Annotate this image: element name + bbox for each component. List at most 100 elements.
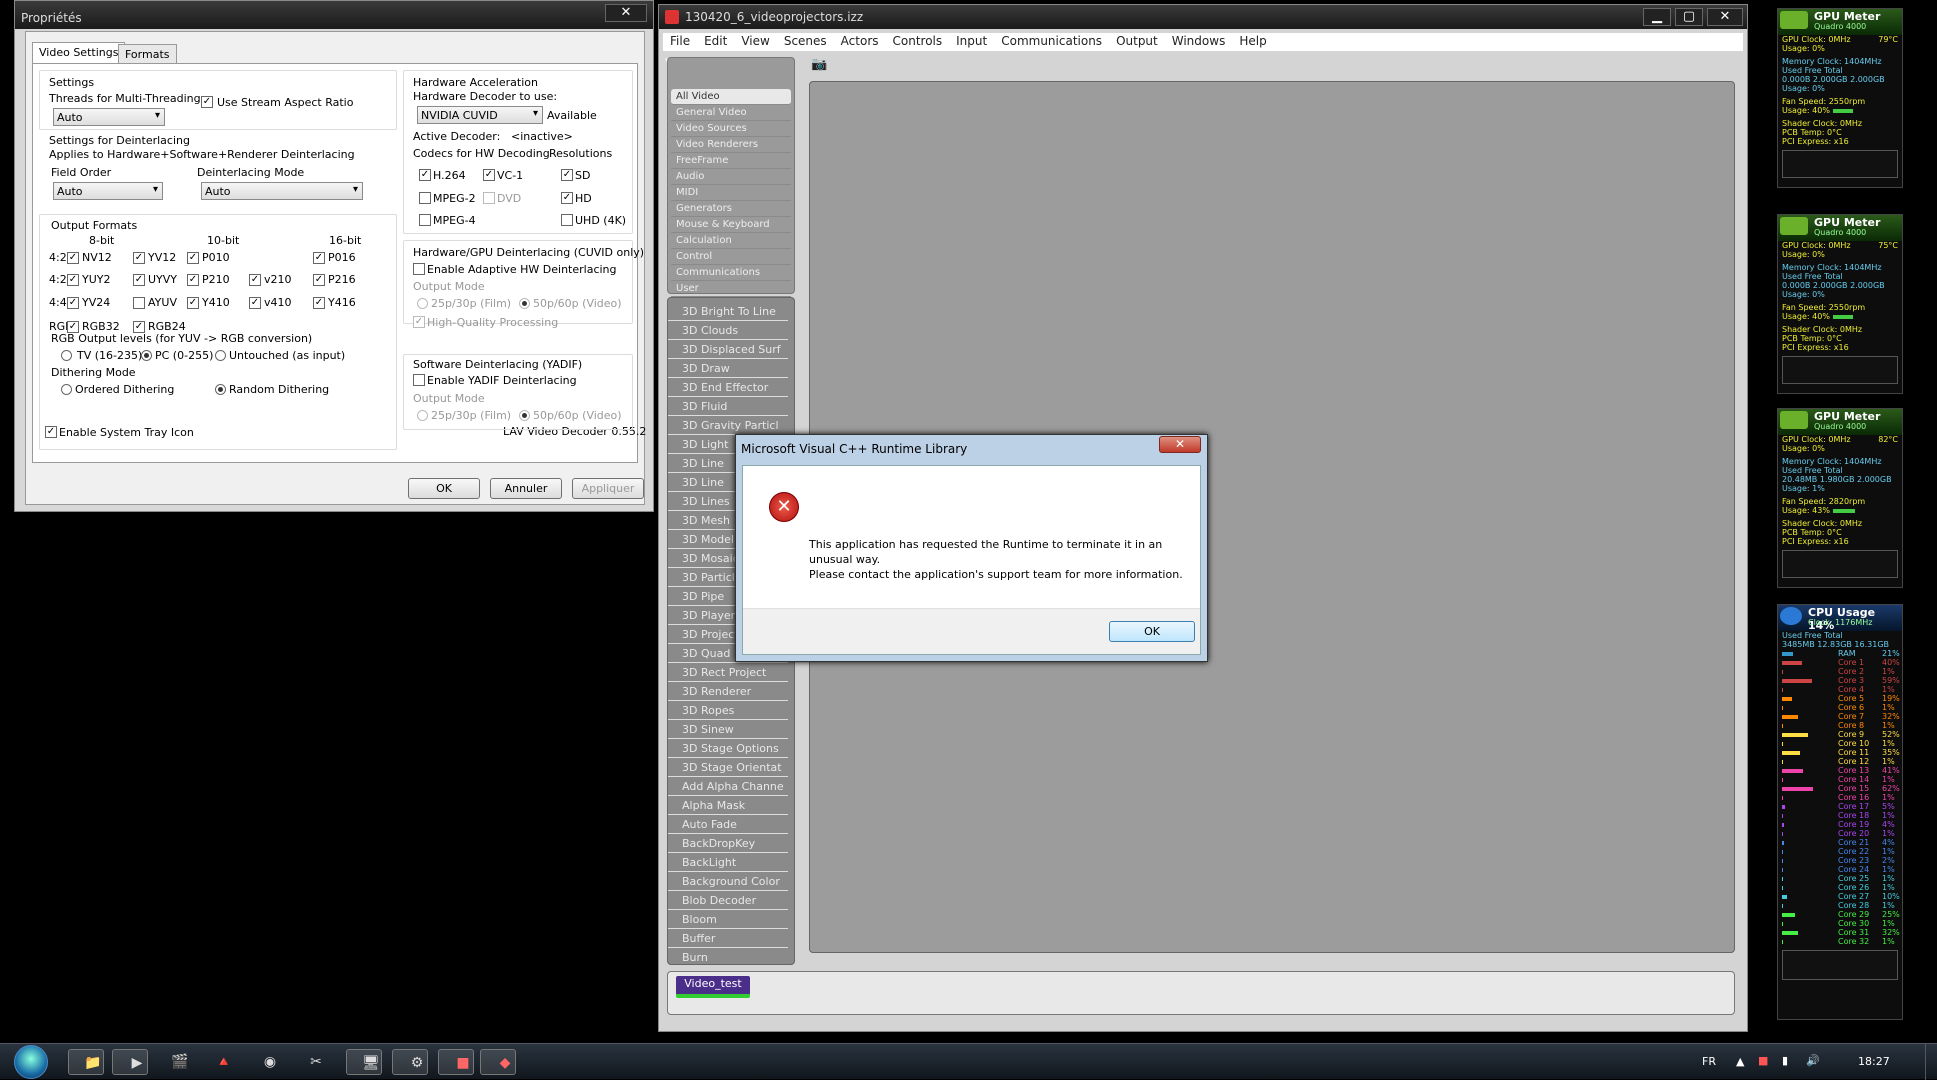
res-sd-checkbox[interactable]: [561, 169, 573, 181]
cuvid-film-radio[interactable]: [417, 298, 428, 309]
codec-mpeg4-checkbox[interactable]: [419, 214, 431, 226]
category-item[interactable]: Video Renderers: [671, 137, 791, 153]
category-item[interactable]: FreeFrame: [671, 153, 791, 169]
clapper-icon[interactable]: 🎬: [162, 1049, 198, 1075]
actor-item[interactable]: Background Color: [668, 872, 788, 891]
menu-item[interactable]: Controls: [886, 33, 950, 49]
category-item[interactable]: Control: [671, 249, 791, 265]
tray-arrow-icon[interactable]: ▲: [1736, 1055, 1744, 1068]
network-icon[interactable]: ▮: [1782, 1054, 1788, 1067]
threads-select[interactable]: Auto: [53, 108, 165, 126]
actor-item[interactable]: Add Alpha Channe: [668, 777, 788, 796]
level-pc-radio[interactable]: [141, 350, 152, 361]
menu-item[interactable]: Communications: [994, 33, 1109, 49]
category-item[interactable]: Audio: [671, 169, 791, 185]
format-checkbox[interactable]: [133, 252, 145, 264]
format-checkbox[interactable]: [133, 274, 145, 286]
res-hd-checkbox[interactable]: [561, 192, 573, 204]
clock[interactable]: 18:27: [1858, 1055, 1890, 1068]
close-button[interactable]: ✕: [605, 4, 647, 22]
codec-vc1-checkbox[interactable]: [483, 169, 495, 181]
actor-item[interactable]: 3D Displaced Surf: [668, 340, 788, 359]
menu-item[interactable]: Input: [949, 33, 994, 49]
actor-item[interactable]: 3D Stage Orientat: [668, 758, 788, 777]
sw-film-radio[interactable]: [417, 410, 428, 421]
ok-button[interactable]: OK: [1109, 621, 1195, 642]
category-item[interactable]: All Video: [671, 89, 791, 105]
deint-mode-select[interactable]: Auto: [201, 182, 363, 200]
category-item[interactable]: MIDI: [671, 185, 791, 201]
format-checkbox[interactable]: [67, 252, 79, 264]
actor-item[interactable]: BackLight: [668, 853, 788, 872]
category-item[interactable]: Generators: [671, 201, 791, 217]
format-checkbox[interactable]: [187, 252, 199, 264]
menu-item[interactable]: Windows: [1165, 33, 1233, 49]
cuvid-video-radio[interactable]: [519, 298, 530, 309]
apply-button[interactable]: Appliquer: [572, 478, 644, 499]
actor-item[interactable]: 3D Stage Options: [668, 739, 788, 758]
format-checkbox[interactable]: [313, 252, 325, 264]
category-item[interactable]: General Video: [671, 105, 791, 121]
menu-item[interactable]: Output: [1109, 33, 1165, 49]
tray-checkbox[interactable]: [45, 426, 57, 438]
remote-desktop-icon[interactable]: 🖥: [346, 1049, 382, 1075]
res-uhd-checkbox[interactable]: [561, 214, 573, 226]
actor-item[interactable]: 3D Sinew: [668, 720, 788, 739]
category-item[interactable]: Communications: [671, 265, 791, 281]
menu-item[interactable]: View: [734, 33, 776, 49]
format-checkbox[interactable]: [313, 274, 325, 286]
actor-item[interactable]: 3D Ropes: [668, 701, 788, 720]
actor-item[interactable]: BackDropKey: [668, 834, 788, 853]
tab-video-settings[interactable]: Video Settings: [32, 42, 126, 64]
menu-item[interactable]: File: [663, 33, 697, 49]
dither-ordered-radio[interactable]: [61, 384, 72, 395]
menu-item[interactable]: Help: [1232, 33, 1273, 49]
maximize-button[interactable]: ▢: [1675, 8, 1703, 26]
tab-formats[interactable]: Formats: [118, 44, 177, 64]
settings-app-icon[interactable]: ⚙: [392, 1049, 428, 1075]
menu-item[interactable]: Scenes: [777, 33, 834, 49]
format-checkbox[interactable]: [187, 274, 199, 286]
actor-item[interactable]: Blob Decoder: [668, 891, 788, 910]
lav-icon[interactable]: ■: [438, 1049, 474, 1075]
explorer-icon[interactable]: 📁: [68, 1049, 104, 1075]
actor-item[interactable]: 3D Draw: [668, 359, 788, 378]
actor-item[interactable]: Alpha Mask: [668, 796, 788, 815]
isadora-icon[interactable]: ◆: [480, 1049, 516, 1075]
start-button[interactable]: [14, 1045, 48, 1079]
codec-mpeg2-checkbox[interactable]: [419, 192, 431, 204]
format-checkbox[interactable]: [187, 297, 199, 309]
level-tv-radio[interactable]: [61, 350, 72, 361]
actor-item[interactable]: 3D Bright To Line: [668, 302, 788, 321]
actor-item[interactable]: 3D Clouds: [668, 321, 788, 340]
format-checkbox[interactable]: [249, 274, 261, 286]
vlc-icon[interactable]: 🔺: [206, 1049, 242, 1075]
close-button[interactable]: ✕: [1159, 436, 1201, 453]
firefox-icon[interactable]: ◉: [252, 1049, 288, 1075]
category-item[interactable]: User: [671, 281, 791, 297]
codec-h264-checkbox[interactable]: [419, 169, 431, 181]
close-button[interactable]: ✕: [1707, 8, 1743, 26]
menu-item[interactable]: Edit: [697, 33, 734, 49]
category-item[interactable]: Video Sources: [671, 121, 791, 137]
tools-icon[interactable]: ✂: [298, 1049, 334, 1075]
actor-item[interactable]: Burn: [668, 948, 788, 964]
actor-item[interactable]: Auto Fade: [668, 815, 788, 834]
codec-dvd-checkbox[interactable]: [483, 192, 495, 204]
actor-item[interactable]: 3D Rect Project: [668, 663, 788, 682]
format-checkbox[interactable]: [67, 297, 79, 309]
actor-item[interactable]: 3D End Effector: [668, 378, 788, 397]
actor-item[interactable]: 3D Fluid: [668, 397, 788, 416]
hw-decoder-select[interactable]: NVIDIA CUVID: [417, 106, 543, 124]
format-checkbox[interactable]: [313, 297, 325, 309]
format-checkbox[interactable]: [67, 274, 79, 286]
field-order-select[interactable]: Auto: [53, 182, 163, 200]
media-player-icon[interactable]: ▶: [112, 1049, 148, 1075]
dither-random-radio[interactable]: [215, 384, 226, 395]
actor-item[interactable]: Bloom: [668, 910, 788, 929]
show-desktop-button[interactable]: [1925, 1044, 1937, 1080]
sw-video-radio[interactable]: [519, 410, 530, 421]
cuvid-enable-checkbox[interactable]: [413, 263, 425, 275]
hq-checkbox[interactable]: [413, 316, 425, 328]
actor-item[interactable]: 3D Renderer: [668, 682, 788, 701]
